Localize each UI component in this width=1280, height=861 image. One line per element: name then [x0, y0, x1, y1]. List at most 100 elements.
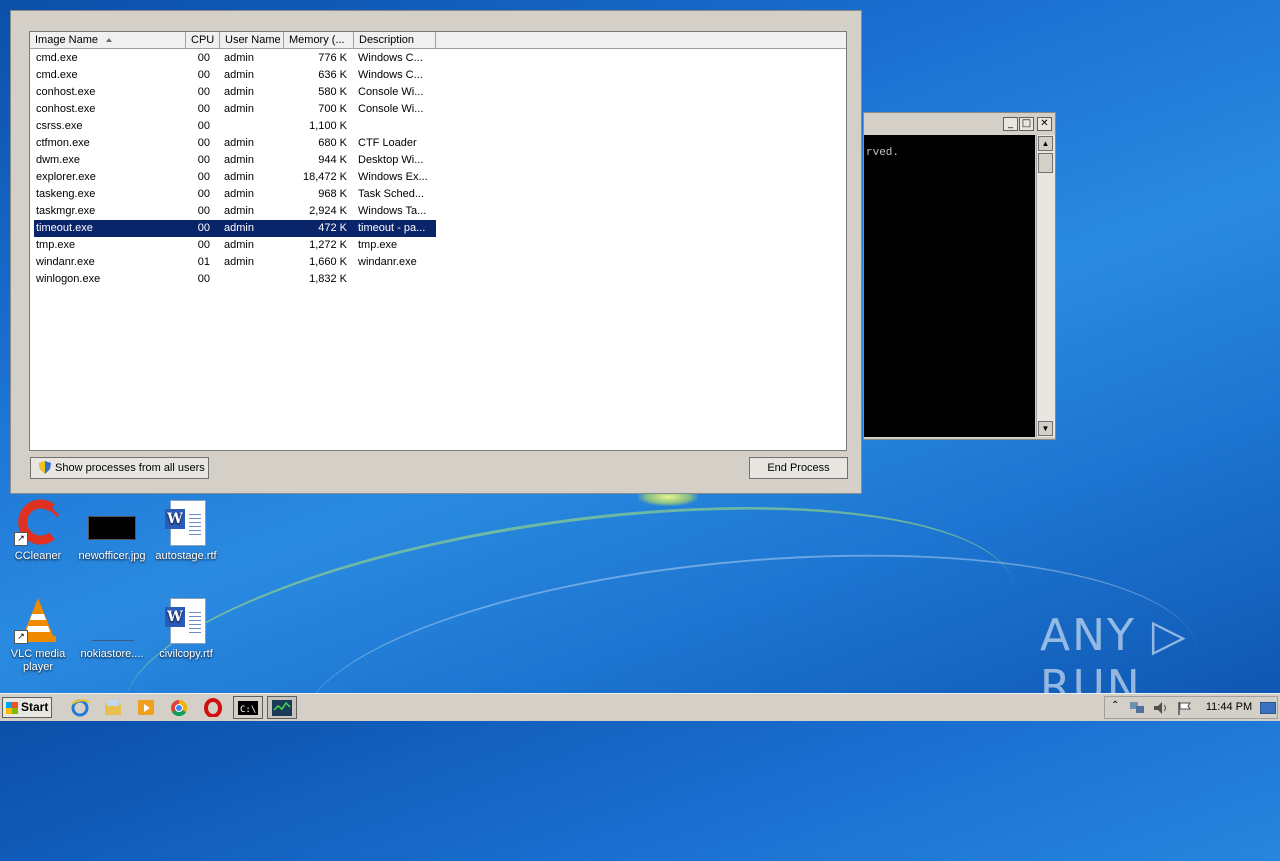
- cmd-titlebar[interactable]: _ □ ✕: [864, 113, 1055, 135]
- process-name: ctfmon.exe: [36, 137, 90, 149]
- process-user: admin: [224, 188, 254, 200]
- process-cpu: 00: [197, 86, 210, 98]
- process-row[interactable]: taskeng.exe 00 admin 968 K Task Sched...: [34, 186, 436, 203]
- process-description: CTF Loader: [358, 137, 417, 149]
- column-header-description[interactable]: Description: [354, 32, 436, 48]
- shortcut-arrow-icon: ↗: [14, 630, 28, 644]
- process-user: admin: [224, 86, 254, 98]
- process-user: [224, 271, 284, 288]
- process-cpu: 00: [197, 137, 210, 149]
- desktop-icon-ccleaner[interactable]: ↗ CCleaner: [0, 498, 76, 563]
- process-row[interactable]: winlogon.exe 00 1,832 K: [34, 271, 436, 288]
- desktop-icon-autostage[interactable]: W autostage.rtf: [148, 498, 224, 563]
- internet-explorer-icon[interactable]: [70, 698, 90, 717]
- process-list[interactable]: Image Name CPU User Name Memory (... Des…: [29, 31, 847, 451]
- process-cpu: 00: [197, 103, 210, 115]
- process-user: admin: [224, 69, 254, 81]
- desktop-icon-vlc[interactable]: ↗ VLC media player: [0, 596, 76, 674]
- process-row[interactable]: conhost.exe 00 admin 700 K Console Wi...: [34, 101, 436, 118]
- process-row[interactable]: cmd.exe 00 admin 636 K Windows C...: [34, 67, 436, 84]
- sort-ascending-icon: [106, 38, 112, 42]
- process-name: dwm.exe: [36, 154, 81, 166]
- cmd-console-output[interactable]: rved.: [864, 135, 1035, 437]
- process-description: [358, 118, 434, 135]
- process-user: admin: [224, 154, 254, 166]
- process-memory: 680 K: [318, 137, 347, 149]
- end-process-button[interactable]: End Process: [749, 457, 848, 479]
- desktop-icon-newofficer[interactable]: newofficer.jpg: [74, 498, 150, 563]
- desktop-icon-label: autostage.rtf: [155, 550, 217, 562]
- column-header-memory[interactable]: Memory (...: [284, 32, 354, 48]
- process-user: admin: [224, 256, 254, 268]
- process-description: windanr.exe: [358, 256, 417, 268]
- process-cpu: 00: [197, 171, 210, 183]
- column-header-user-name[interactable]: User Name: [220, 32, 284, 48]
- process-description: Windows Ex...: [358, 171, 428, 183]
- opera-icon[interactable]: [203, 698, 223, 717]
- scroll-thumb[interactable]: [1038, 153, 1053, 173]
- process-cpu: 00: [197, 205, 210, 217]
- process-memory: 968 K: [318, 188, 347, 200]
- process-row[interactable]: ctfmon.exe 00 admin 680 K CTF Loader: [34, 135, 436, 152]
- process-row[interactable]: conhost.exe 00 admin 580 K Console Wi...: [34, 84, 436, 101]
- media-player-icon[interactable]: [136, 698, 156, 717]
- column-header-cpu[interactable]: CPU: [186, 32, 220, 48]
- process-memory: 18,472 K: [302, 171, 347, 183]
- show-all-users-label: Show processes from all users: [55, 462, 205, 474]
- process-cpu: 01: [197, 256, 210, 268]
- task-manager-icon: [272, 700, 292, 716]
- vlc-icon: ↗: [14, 596, 62, 644]
- desktop-icon-label: civilcopy.rtf: [159, 648, 213, 660]
- process-row[interactable]: cmd.exe 00 admin 776 K Windows C...: [34, 50, 436, 67]
- process-description: tmp.exe: [358, 239, 398, 251]
- process-description: timeout - pa...: [358, 222, 426, 234]
- column-header-image-name[interactable]: Image Name: [30, 32, 186, 48]
- clock[interactable]: 11:44 PM: [1198, 694, 1260, 721]
- process-name: winlogon.exe: [36, 273, 101, 285]
- show-desktop-icon[interactable]: [1260, 702, 1276, 714]
- taskbar-task-manager-button[interactable]: [267, 696, 297, 719]
- process-row[interactable]: csrss.exe 00 1,100 K: [34, 118, 436, 135]
- volume-icon[interactable]: [1153, 701, 1169, 715]
- minimize-button[interactable]: _: [1003, 117, 1018, 131]
- desktop-icon-civilcopy[interactable]: W civilcopy.rtf: [148, 596, 224, 661]
- show-hidden-icons-chevron-icon[interactable]: ⌃: [1111, 700, 1119, 711]
- desktop-icon-nokiastore[interactable]: nokiastore....: [74, 596, 150, 661]
- process-name: cmd.exe: [36, 69, 78, 81]
- process-row[interactable]: dwm.exe 00 admin 944 K Desktop Wi...: [34, 152, 436, 169]
- maximize-button[interactable]: □: [1019, 117, 1034, 131]
- process-description: Console Wi...: [358, 86, 424, 98]
- process-description: Windows C...: [358, 69, 423, 81]
- process-description: Task Sched...: [358, 188, 425, 200]
- process-row[interactable]: taskmgr.exe 00 admin 2,924 K Windows Ta...: [34, 203, 436, 220]
- scroll-up-icon[interactable]: ▲: [1038, 136, 1053, 151]
- close-button[interactable]: ✕: [1037, 117, 1052, 131]
- process-row[interactable]: explorer.exe 00 admin 18,472 K Windows Ex...: [34, 169, 436, 186]
- process-name: cmd.exe: [36, 52, 78, 64]
- process-description: Windows C...: [358, 52, 423, 64]
- chrome-icon[interactable]: [169, 698, 189, 717]
- process-cpu: 00: [197, 120, 210, 132]
- process-memory: 636 K: [318, 69, 347, 81]
- action-center-flag-icon[interactable]: [1177, 701, 1193, 715]
- process-cpu: 00: [197, 239, 210, 251]
- process-row[interactable]: timeout.exe 00 admin 472 K timeout - pa...: [34, 220, 436, 237]
- cmd-scrollbar[interactable]: ▲ ▼: [1036, 135, 1055, 437]
- word-document-icon: W: [162, 596, 210, 644]
- desktop-icon-label: CCleaner: [14, 550, 62, 562]
- process-memory: 2,924 K: [309, 205, 347, 217]
- process-user: admin: [224, 222, 254, 234]
- start-button[interactable]: Start: [2, 697, 52, 718]
- process-memory: 580 K: [318, 86, 347, 98]
- process-cpu: 00: [197, 222, 210, 234]
- scroll-down-icon[interactable]: ▼: [1038, 421, 1053, 436]
- taskbar-cmd-button[interactable]: C:\: [233, 696, 263, 719]
- process-user: [224, 118, 284, 135]
- process-row[interactable]: windanr.exe 01 admin 1,660 K windanr.exe: [34, 254, 436, 271]
- command-prompt-window[interactable]: _ □ ✕ rved. ▲ ▼: [863, 112, 1056, 440]
- uac-shield-icon: [39, 461, 51, 474]
- show-all-users-button[interactable]: Show processes from all users: [30, 457, 209, 479]
- process-row[interactable]: tmp.exe 00 admin 1,272 K tmp.exe: [34, 237, 436, 254]
- network-icon[interactable]: [1129, 701, 1145, 715]
- file-explorer-icon[interactable]: [103, 698, 123, 717]
